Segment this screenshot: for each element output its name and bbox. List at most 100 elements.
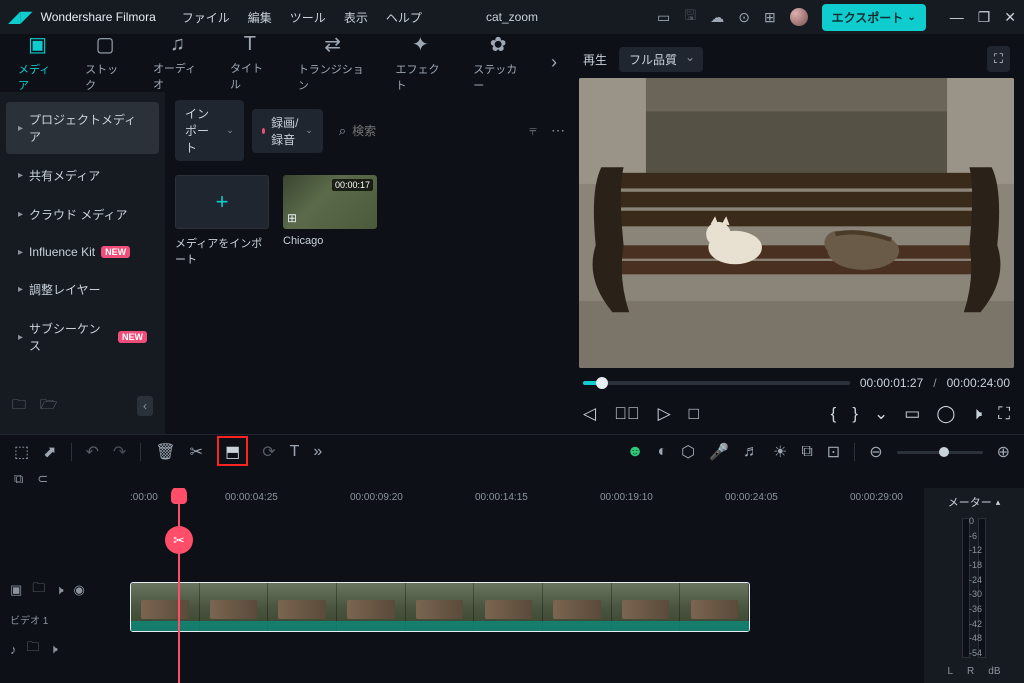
music-icon[interactable]: ♬ — [743, 443, 759, 461]
light-icon[interactable]: ☀ — [773, 442, 787, 462]
prev-frame-icon[interactable]: ◁ — [583, 404, 596, 424]
tab-stock[interactable]: ▢ストック — [85, 32, 125, 93]
mark-out-icon[interactable]: } — [852, 404, 858, 424]
meter-scale-tick: -36 — [969, 604, 982, 614]
media-clip-card[interactable]: 00:00:17 ⊞ Chicago — [283, 175, 377, 267]
new-folder-icon[interactable]: 🗀 — [12, 394, 26, 418]
mute-icon[interactable]: 🕨 — [50, 641, 58, 657]
snapshot-icon[interactable]: ⛶ — [987, 46, 1010, 72]
redo-icon[interactable]: ↷ — [113, 442, 126, 462]
preview-progress-bar[interactable] — [583, 381, 850, 385]
menu-file[interactable]: ファイル — [182, 9, 230, 26]
ruler-tick: 00:00:09:20 — [350, 492, 403, 503]
filter-icon[interactable]: ⫧ — [529, 122, 537, 139]
tabs-more-icon[interactable]: › — [551, 52, 557, 73]
visibility-icon[interactable]: ◉ — [74, 582, 85, 598]
overlay-icon[interactable]: ⧉ — [801, 443, 812, 461]
mute-icon[interactable]: 🕨 — [55, 582, 63, 598]
user-avatar[interactable] — [790, 8, 808, 26]
close-button[interactable]: ✕ — [1004, 9, 1016, 26]
import-media-card[interactable]: + メディアをインポート — [175, 175, 269, 267]
device-icon[interactable]: ▭ — [657, 9, 670, 26]
playhead-cut-icon[interactable]: ✂ — [165, 526, 193, 554]
tab-title-label: タイトル — [230, 60, 270, 92]
selection-tool-icon[interactable]: ⬚ — [14, 442, 29, 462]
timeline-tracks[interactable]: :00:00 00:00:04:25 00:00:09:20 00:00:14:… — [130, 488, 924, 683]
zoom-out-icon[interactable]: ⊖ — [869, 442, 882, 462]
sidebar-item-influence-kit[interactable]: ▸Influence KitNEW — [6, 236, 159, 268]
video-track-icon[interactable]: ▣ — [10, 582, 22, 598]
menu-tools[interactable]: ツール — [290, 9, 326, 26]
record-dropdown[interactable]: 録画/録音⌄ — [252, 109, 323, 153]
stop-icon[interactable]: □ — [689, 404, 699, 424]
undo-icon[interactable]: ↶ — [86, 442, 99, 462]
zoom-in-icon[interactable]: ⊕ — [997, 442, 1010, 462]
search-input[interactable] — [352, 124, 507, 138]
maximize-button[interactable]: ❐ — [978, 9, 991, 26]
chevron-up-icon[interactable]: ▴ — [996, 497, 1001, 508]
split-icon[interactable]: ✂ — [190, 442, 203, 462]
speed-icon[interactable]: ⟳ — [262, 442, 275, 462]
tab-sticker[interactable]: ✿ステッカー — [473, 32, 523, 93]
app-name: Wondershare Filmora — [41, 10, 156, 24]
save-icon[interactable]: 🖫 — [684, 5, 696, 29]
chevron-right-icon: ▸ — [18, 332, 23, 343]
cloud-icon[interactable]: ☁ — [710, 9, 724, 26]
menu-help[interactable]: ヘルプ — [386, 9, 422, 26]
more-tools-icon[interactable]: » — [313, 443, 322, 461]
tab-transition[interactable]: ⇄トランジション — [298, 32, 368, 93]
text-icon[interactable]: T — [290, 443, 300, 461]
playhead-handle[interactable] — [171, 488, 187, 504]
sidebar-item-shared-media[interactable]: ▸共有メディア — [6, 158, 159, 193]
clip-name: Chicago — [283, 235, 377, 247]
crop-button-highlighted[interactable]: ⬒ — [217, 436, 248, 466]
marker-down-icon[interactable]: ⌄ — [874, 404, 888, 424]
quality-dropdown[interactable]: フル品質 — [619, 47, 703, 72]
headphones-icon[interactable]: ⊙ — [738, 9, 750, 26]
collapse-sidebar-icon[interactable]: ‹ — [137, 396, 153, 416]
menu-view[interactable]: 表示 — [344, 9, 368, 26]
mic-icon[interactable]: 🎤 — [709, 442, 729, 462]
export-button[interactable]: エクスポート ⌄ — [822, 4, 926, 31]
apps-icon[interactable]: ⊞ — [764, 9, 776, 26]
display-icon[interactable]: ▭ — [904, 404, 920, 424]
tab-audio-label: オーディオ — [153, 60, 202, 92]
timeline-view-icon[interactable]: ⧉ — [14, 471, 23, 487]
folder-icon[interactable]: 🗁 — [40, 394, 57, 418]
fullscreen-icon[interactable]: ⛶ — [998, 404, 1010, 424]
minimize-button[interactable]: — — [950, 9, 964, 26]
playhead-line[interactable] — [178, 488, 180, 683]
tab-effect[interactable]: ✦エフェクト — [395, 32, 445, 93]
tab-audio[interactable]: ♫オーディオ — [153, 33, 202, 92]
camera-icon[interactable]: ◯ — [936, 404, 955, 424]
ai-icon[interactable]: ☻ — [627, 443, 644, 461]
shield-icon[interactable]: ⬡ — [681, 442, 695, 462]
sidebar-item-adjustment-layer[interactable]: ▸調整レイヤー — [6, 272, 159, 307]
menu-edit[interactable]: 編集 — [248, 9, 272, 26]
sidebar-item-label: プロジェクトメディア — [29, 111, 147, 145]
timeline-clip[interactable] — [130, 582, 750, 632]
folder-icon[interactable]: 🗀 — [27, 638, 40, 660]
zoom-slider[interactable] — [897, 451, 983, 454]
media-search[interactable]: ⌕ — [331, 118, 515, 144]
folder-icon[interactable]: 🗀 — [32, 579, 45, 601]
delete-icon[interactable]: 🗑 — [155, 442, 175, 462]
sidebar-item-cloud-media[interactable]: ▸クラウド メディア — [6, 197, 159, 232]
sidebar-item-subsequence[interactable]: ▸サブシーケンスNEW — [6, 311, 159, 363]
step-play-icon[interactable]: ▷⃒ — [614, 404, 640, 424]
color-icon[interactable]: ◐ — [657, 443, 667, 461]
play-icon[interactable]: ▷ — [658, 404, 671, 424]
volume-icon[interactable]: 🕨 — [971, 404, 982, 424]
mark-in-icon[interactable]: { — [831, 404, 837, 424]
sidebar-item-project-media[interactable]: ▸プロジェクトメディア — [6, 102, 159, 154]
pointer-tool-icon[interactable]: ⬈ — [43, 442, 56, 462]
magnet-icon[interactable]: ⊂ — [37, 471, 48, 487]
preview-viewport[interactable] — [579, 78, 1014, 368]
render-icon[interactable]: ⊡ — [827, 442, 840, 462]
import-dropdown[interactable]: インポート⌄ — [175, 100, 244, 161]
timeline-ruler[interactable]: :00:00 00:00:04:25 00:00:09:20 00:00:14:… — [130, 488, 924, 508]
audio-track-icon[interactable]: ♪ — [10, 642, 17, 657]
tab-title[interactable]: Tタイトル — [230, 33, 270, 92]
tab-media[interactable]: ▣メディア — [18, 32, 57, 93]
more-icon[interactable]: ⋯ — [551, 122, 565, 139]
